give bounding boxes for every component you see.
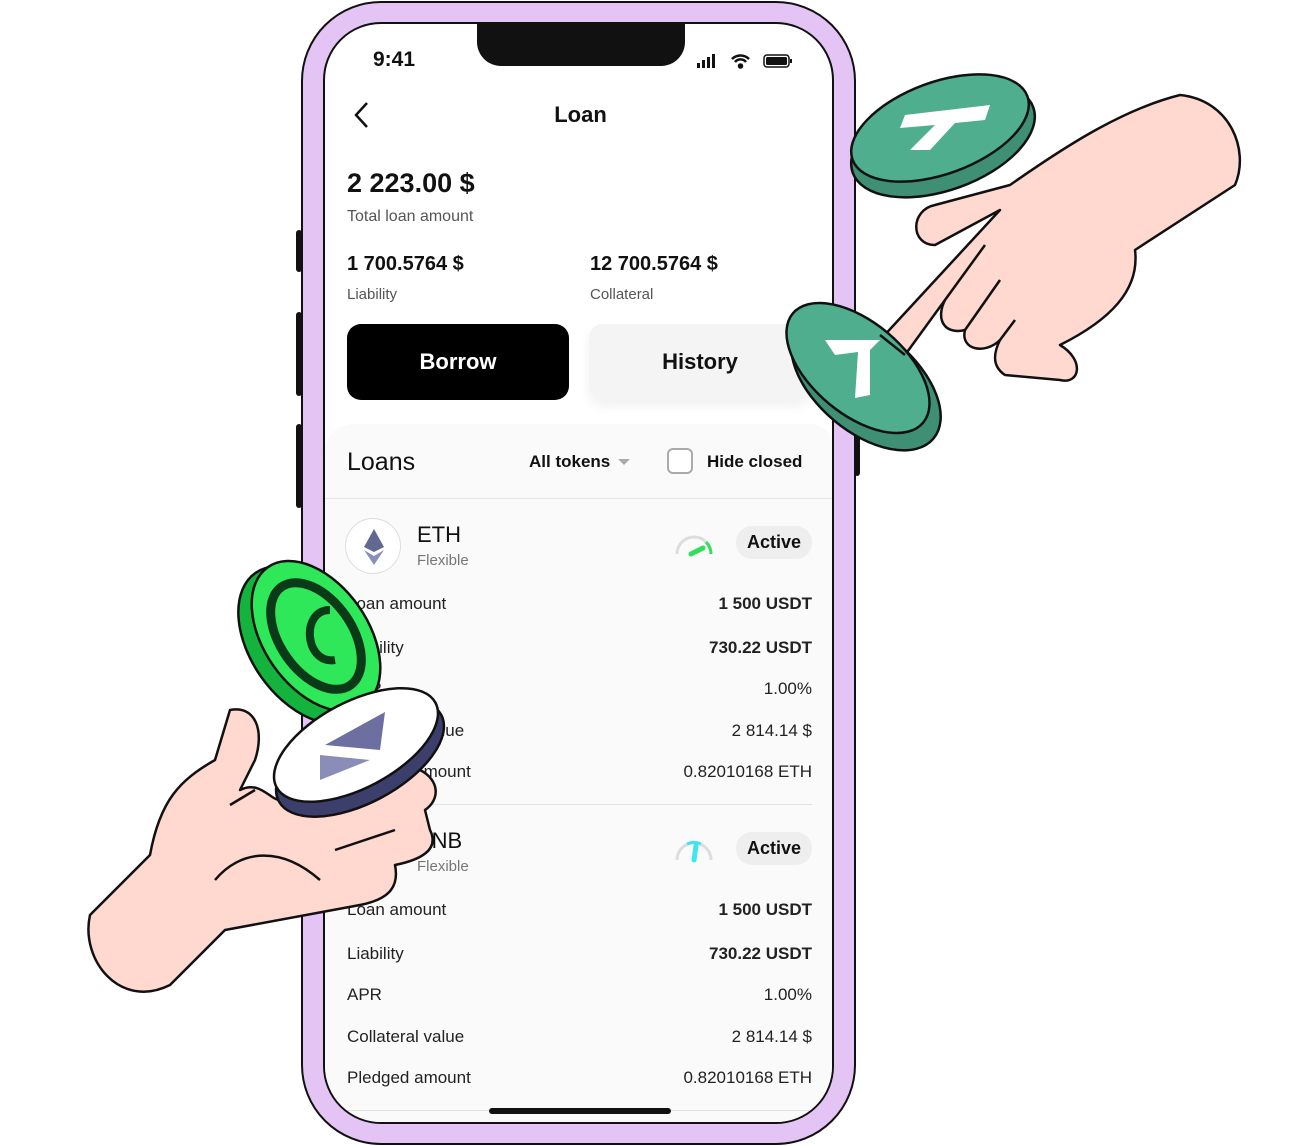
row-value: 2 814.14 $	[731, 1026, 812, 1046]
liability-label: Liability	[347, 286, 398, 303]
row-value: 0.82010168 ETH	[683, 762, 812, 781]
token-name: BNB	[417, 828, 463, 853]
hand-right-illustration	[876, 93, 1242, 382]
row-value: 730.22 USDT	[709, 637, 812, 657]
page-title: Loan	[554, 102, 607, 127]
row-label: Pledged amount	[347, 762, 471, 781]
liability-amount: 1 700.5764 $	[347, 253, 464, 275]
health-gauge-icon	[675, 535, 713, 557]
health-gauge-icon	[675, 841, 713, 863]
loans-title: Loans	[347, 448, 416, 476]
status-badge: Active	[735, 832, 812, 865]
loan-card[interactable]: ETH Flexible Active Loan amount 1 500 USD…	[325, 518, 832, 818]
total-loan-label: Total loan amount	[347, 208, 474, 225]
home-indicator	[489, 1108, 671, 1114]
row-label: APR	[347, 985, 382, 1004]
row-label: APR	[347, 679, 382, 698]
hide-closed-checkbox[interactable]	[667, 448, 693, 474]
hide-closed-label: Hide closed	[707, 452, 803, 471]
token-name: ETH	[417, 522, 461, 547]
battery-icon	[763, 54, 792, 68]
total-loan-amount: 2 223.00 $	[347, 168, 475, 198]
wifi-icon	[731, 54, 750, 69]
divider	[325, 498, 832, 499]
row-label: Pledged amount	[347, 1068, 471, 1087]
row-value: 0.82010168 ETH	[683, 1068, 812, 1087]
divider	[347, 804, 812, 805]
notch	[477, 24, 685, 66]
phone-screen: 9:41 Loan 2 223.00 $ Total loan amount 1…	[323, 22, 834, 1124]
row-value: 1 500 USDT	[718, 900, 812, 919]
loan-card[interactable]: BNB Flexible Active Loan amount 1 500 USD…	[325, 824, 832, 1122]
status-badge: Active	[735, 526, 812, 559]
row-value: 1.00%	[763, 985, 812, 1004]
row-label: Loan amount	[347, 594, 447, 613]
row-value: 2 814.14 $	[731, 720, 812, 740]
loans-section: Loans All tokens Hide closed ETH Flexibl…	[325, 424, 832, 1122]
row-label: Liability	[347, 943, 404, 963]
bnb-token-icon	[345, 824, 401, 880]
row-label: Collateral value	[347, 1026, 465, 1046]
loan-type: Flexible	[417, 858, 469, 875]
token-filter-dropdown[interactable]: All tokens	[529, 452, 631, 472]
collateral-amount: 12 700.5764 $	[590, 253, 718, 275]
history-button[interactable]: History	[589, 324, 811, 400]
row-label: Liability	[347, 637, 404, 657]
row-value: 1.00%	[763, 679, 812, 698]
status-icons	[697, 54, 792, 69]
row-label: Collateral value	[347, 720, 465, 740]
tether-coin-top-icon	[849, 73, 1037, 199]
loan-type: Flexible	[417, 552, 469, 569]
collateral-label: Collateral	[590, 286, 654, 303]
row-value: 1 500 USDT	[718, 594, 812, 613]
row-label: Loan amount	[347, 900, 447, 919]
signal-icon	[697, 54, 715, 68]
borrow-button[interactable]: Borrow	[347, 324, 569, 400]
row-value: 730.22 USDT	[709, 943, 812, 963]
status-time: 9:41	[373, 48, 416, 71]
eth-token-icon	[345, 518, 401, 574]
caret-down-icon	[618, 459, 631, 465]
token-filter-value: All tokens	[529, 452, 611, 471]
